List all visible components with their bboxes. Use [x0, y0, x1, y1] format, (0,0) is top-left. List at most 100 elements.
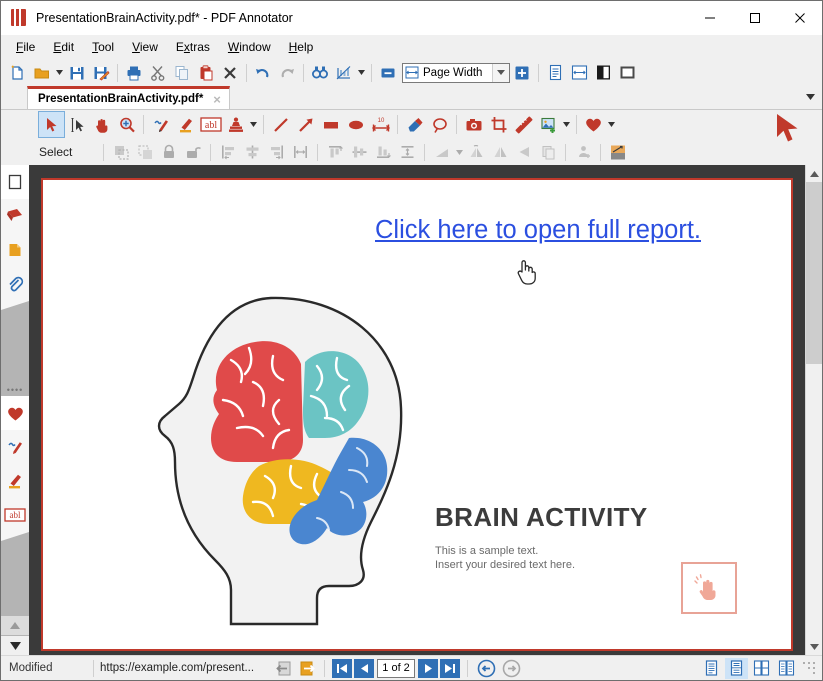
open-dropdown-caret[interactable] [54, 61, 65, 84]
lasso-tool-icon[interactable] [427, 112, 452, 137]
scrollbar-thumb[interactable] [806, 182, 822, 364]
resize-grip[interactable] [802, 661, 816, 675]
sidebar-bookmarks-icon[interactable] [1, 199, 29, 242]
group-objects-icon[interactable] [571, 141, 595, 163]
send-backward-icon[interactable] [512, 141, 536, 163]
flip-horizontal-icon[interactable] [488, 141, 512, 163]
rotate-dropdown-caret[interactable] [454, 149, 464, 155]
page-width-view-icon[interactable] [567, 61, 591, 84]
chevron-down-icon[interactable] [802, 88, 818, 106]
zoom-in-icon[interactable] [510, 61, 534, 84]
pen-tool-icon[interactable] [148, 112, 173, 137]
sidebar-scroll-up-button[interactable] [1, 615, 29, 635]
select-tool-icon[interactable] [38, 111, 65, 138]
arrow-tool-icon[interactable] [293, 112, 318, 137]
sidebar-favorites-heart-icon[interactable] [1, 396, 29, 439]
menu-edit[interactable]: Edit [44, 37, 83, 57]
bring-forward-icon[interactable] [536, 141, 560, 163]
facing-pages-mode-icon[interactable] [750, 658, 773, 679]
magnifier-tool-icon[interactable] [114, 112, 139, 137]
highlighter-tool-icon[interactable] [173, 112, 198, 137]
continuous-facing-mode-icon[interactable] [775, 658, 798, 679]
line-tool-icon[interactable] [268, 112, 293, 137]
favorites-heart-icon[interactable] [581, 112, 606, 137]
sidebar-text-tool-icon[interactable]: abl [1, 498, 29, 541]
scrollbar-track[interactable] [806, 182, 822, 638]
new-document-icon[interactable] [6, 61, 30, 84]
menu-file[interactable]: File [7, 37, 44, 57]
chart-dropdown-caret[interactable] [356, 61, 367, 84]
zoom-dropdown-caret[interactable] [492, 63, 509, 82]
two-page-view-icon[interactable] [615, 61, 639, 84]
image-dropdown-caret[interactable] [561, 113, 572, 136]
sidebar-thumbnails-icon[interactable] [1, 233, 29, 276]
paste-icon[interactable] [194, 61, 218, 84]
lock-object-icon[interactable] [157, 141, 181, 163]
eraser-tool-icon[interactable] [402, 112, 427, 137]
align-bottom-icon[interactable] [371, 141, 395, 163]
ellipse-tool-icon[interactable] [343, 112, 368, 137]
menu-help[interactable]: Help [280, 37, 323, 57]
print-icon[interactable] [122, 61, 146, 84]
copy-icon[interactable] [170, 61, 194, 84]
single-page-mode-icon[interactable] [700, 658, 723, 679]
scroll-up-button[interactable] [806, 165, 822, 182]
select-all-objects-icon[interactable] [109, 141, 133, 163]
ruler-tool-icon[interactable] [511, 112, 536, 137]
insert-image-icon[interactable] [536, 112, 561, 137]
align-top-icon[interactable] [323, 141, 347, 163]
align-left-icon[interactable] [216, 141, 240, 163]
redo-icon[interactable] [275, 61, 299, 84]
cut-icon[interactable] [146, 61, 170, 84]
close-button[interactable] [777, 1, 822, 35]
find-icon[interactable] [308, 61, 332, 84]
minimize-button[interactable] [687, 1, 732, 35]
distribute-horizontal-icon[interactable] [288, 141, 312, 163]
zoom-out-icon[interactable] [376, 61, 400, 84]
undo-icon[interactable] [251, 61, 275, 84]
zoom-level-combobox[interactable]: Page Width [402, 62, 510, 83]
menu-tool[interactable]: Tool [83, 37, 123, 57]
text-select-tool-icon[interactable] [64, 112, 89, 137]
resize-object-icon[interactable] [606, 141, 630, 163]
sidebar-scroll-down-button[interactable] [1, 635, 29, 655]
stamp-dropdown-caret[interactable] [248, 113, 259, 136]
document-viewport[interactable]: Click here to open full report. BRAIN AC… [29, 165, 805, 655]
menu-view[interactable]: View [123, 37, 167, 57]
open-document-icon[interactable] [30, 61, 54, 84]
maximize-button[interactable] [732, 1, 777, 35]
hand-tool-icon[interactable] [89, 112, 114, 137]
navigate-back-button[interactable] [476, 658, 497, 679]
align-middle-vertical-icon[interactable] [347, 141, 371, 163]
sidebar-highlighter-icon[interactable] [1, 464, 29, 507]
measure-tool-icon[interactable]: 10 [368, 112, 393, 137]
first-page-button[interactable] [332, 658, 353, 678]
pdf-page[interactable]: Click here to open full report. BRAIN AC… [43, 180, 791, 649]
previous-page-button[interactable] [354, 658, 375, 678]
navigate-forward-button[interactable] [501, 658, 522, 679]
rotate-icon[interactable] [430, 141, 454, 163]
last-page-button[interactable] [440, 658, 461, 678]
text-tool-icon[interactable]: abl [198, 112, 223, 137]
next-page-button[interactable] [418, 658, 439, 678]
snapshot-tool-icon[interactable] [461, 112, 486, 137]
unlock-object-icon[interactable] [181, 141, 205, 163]
full-report-link[interactable]: Click here to open full report. [375, 216, 701, 245]
next-view-icon[interactable] [295, 658, 318, 679]
crop-tool-icon[interactable] [486, 112, 511, 137]
fit-page-view-icon[interactable] [591, 61, 615, 84]
single-page-view-icon[interactable] [543, 61, 567, 84]
sidebar-drag-handle[interactable]: •••• [1, 384, 29, 396]
deselect-objects-icon[interactable] [133, 141, 157, 163]
align-right-icon[interactable] [264, 141, 288, 163]
document-tab[interactable]: PresentationBrainActivity.pdf* × [27, 86, 230, 109]
sidebar-attachments-icon[interactable] [1, 267, 29, 310]
close-icon[interactable]: × [213, 92, 221, 107]
save-icon[interactable] [65, 61, 89, 84]
menu-window[interactable]: Window [219, 37, 280, 57]
document-vertical-scrollbar[interactable] [805, 165, 822, 655]
sidebar-pen-icon[interactable] [1, 430, 29, 473]
flip-vertical-icon[interactable] [464, 141, 488, 163]
previous-view-icon[interactable] [272, 658, 295, 679]
continuous-scroll-mode-icon[interactable] [725, 657, 748, 679]
